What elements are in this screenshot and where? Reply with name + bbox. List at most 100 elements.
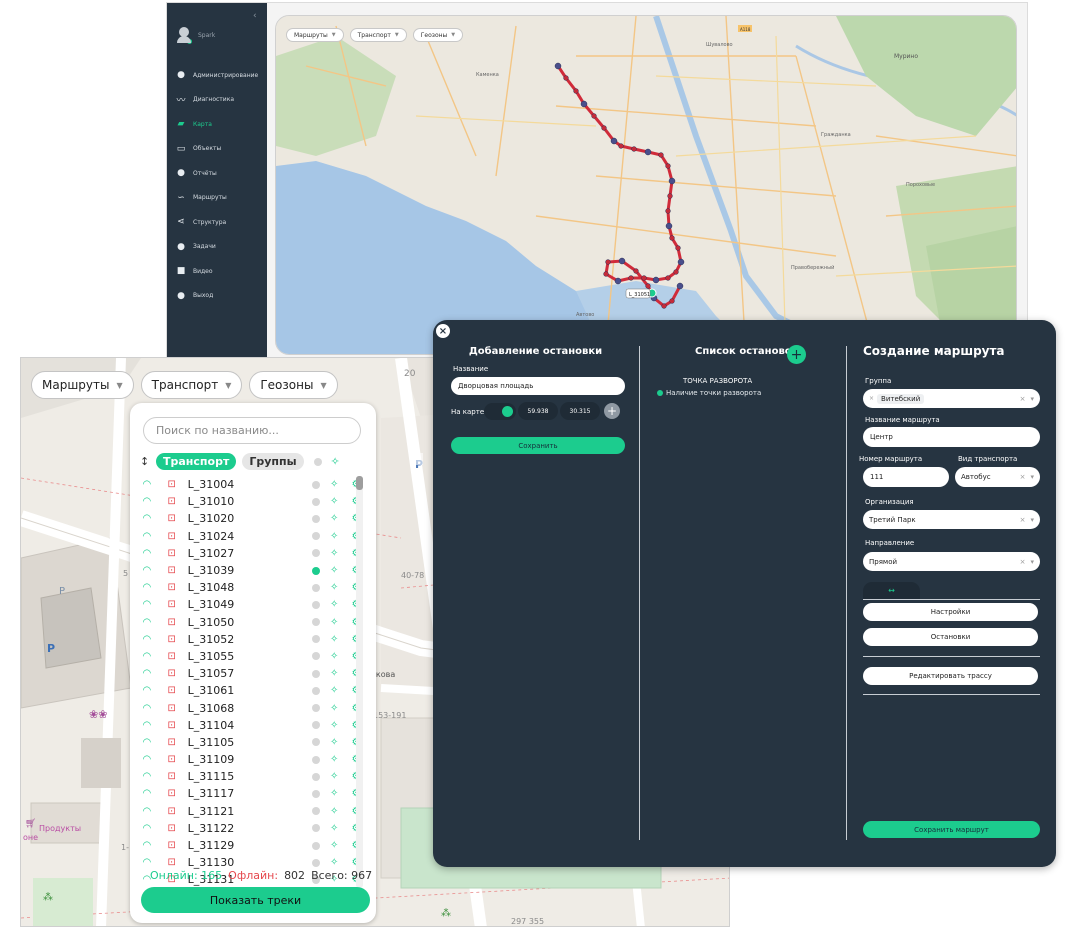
route-stop-marker[interactable] [652,276,660,284]
on-map-toggle[interactable] [484,403,516,420]
chevron-down-icon[interactable]: ▾ [1030,473,1034,481]
direction-select[interactable]: Прямой × ▾ [863,552,1040,571]
locate-icon[interactable]: ✧ [328,720,340,731]
search-input[interactable] [143,417,361,444]
locate-icon[interactable]: ✧ [328,479,340,490]
vehicle-row[interactable]: ◠⊡L_31122✧⚙ [140,820,362,837]
vehicle-marker-label[interactable]: L_31051 [629,292,650,298]
vehicle-row[interactable]: ◠⊡L_31048✧⚙ [140,579,362,596]
locate-icon[interactable]: ✧ [328,788,340,799]
route-stop-marker[interactable] [665,208,671,214]
vehicle-row[interactable]: ◠⊡L_31105✧⚙ [140,734,362,751]
locate-icon[interactable]: ✧ [328,840,340,851]
route-stop-marker[interactable] [676,282,684,290]
chevron-down-icon[interactable]: ▾ [1030,516,1034,524]
select-dot[interactable] [312,652,321,661]
route-stop-marker[interactable] [675,245,681,251]
sidebar-item-report[interactable]: ● Отчёты [175,161,267,186]
locate-icon[interactable]: ✧ [328,531,340,542]
chevron-down-icon[interactable]: ▾ [1030,395,1034,403]
vehicle-row[interactable]: ◠⊡L_31104✧⚙ [140,717,362,734]
vehicle-row[interactable]: ◠⊡L_31117✧⚙ [140,785,362,802]
filter-dropdown-2[interactable]: Геозоны ▼ [412,28,464,42]
route-stop-marker[interactable] [605,259,611,265]
locate-icon[interactable]: ✧ [328,771,340,782]
locate-icon[interactable]: ✧ [328,685,340,696]
vehicle-row[interactable]: ◠⊡L_31039✧⚙ [140,562,362,579]
clear-icon[interactable]: × [1020,395,1026,403]
turn-point-item[interactable]: Наличие точки разворота [657,389,761,397]
edit-track-button[interactable]: Редактировать трассу [863,667,1038,685]
sort-icon[interactable]: ↕ [140,455,150,468]
tab-transport[interactable]: Транспорт [156,453,237,470]
settings-button[interactable]: Настройки [863,603,1038,621]
filter-dropdown-0[interactable]: Маршруты ▼ [31,371,134,399]
select-dot[interactable] [312,583,321,592]
sidebar-item-user[interactable]: ● Администрирование [175,63,267,88]
clear-icon[interactable]: × [1020,558,1026,566]
sidebar-collapse-icon[interactable]: ‹ [253,11,257,21]
select-dot[interactable] [312,669,321,678]
city-map[interactable]: Маршруты ▼ Транспорт ▼ Геозоны ▼ Мурино Шувал… [275,15,1017,355]
locate-icon[interactable]: ✧ [328,496,340,507]
locate-icon[interactable]: ✧ [328,617,340,628]
save-route-button[interactable]: Сохранить маршрут [863,821,1040,838]
route-stop-marker[interactable] [601,125,607,131]
route-stop-marker[interactable] [603,271,609,277]
filter-dropdown-1[interactable]: Транспорт ▼ [140,371,243,399]
vehicle-row[interactable]: ◠⊡L_31115✧⚙ [140,768,362,785]
route-stop-marker[interactable] [591,113,597,119]
latitude-input[interactable]: 59.938 [518,402,558,420]
route-direction-tab[interactable]: ↔ [863,582,920,599]
vehicle-row[interactable]: ◠⊡L_31061✧⚙ [140,682,362,699]
select-dot[interactable] [312,600,321,609]
route-stop-marker[interactable] [665,275,671,281]
vehicle-row[interactable]: ◠⊡L_31020✧⚙ [140,510,362,527]
vehicle-row[interactable]: ◠⊡L_31109✧⚙ [140,751,362,768]
select-dot[interactable] [312,772,321,781]
select-dot[interactable] [312,686,321,695]
locate-all-icon[interactable]: ✧ [331,455,340,468]
locate-icon[interactable]: ✧ [328,513,340,524]
vehicle-row[interactable]: ◠⊡L_31121✧⚙ [140,803,362,820]
sidebar-item-structure[interactable]: ⋖ Структура [175,210,267,235]
locate-icon[interactable]: ✧ [328,806,340,817]
route-stop-marker[interactable] [554,62,562,70]
locate-icon[interactable]: ✧ [328,565,340,576]
select-dot[interactable] [312,738,321,747]
route-stop-marker[interactable] [667,193,673,199]
select-dot[interactable] [312,789,321,798]
city-map-canvas[interactable]: Мурино Шувалово Каменка Гражданка Правоб… [276,16,1017,355]
add-stop-button[interactable]: + [787,345,806,364]
select-dot[interactable] [312,532,321,541]
save-stop-button[interactable]: Сохранить [451,437,625,454]
route-stop-marker[interactable] [669,235,675,241]
route-stop-marker[interactable] [633,268,639,274]
route-stop-marker[interactable] [673,269,679,275]
route-stop-marker[interactable] [641,275,647,281]
locate-icon[interactable]: ✧ [328,703,340,714]
sidebar-item-video[interactable]: ■ Видео [175,259,267,284]
locate-icon[interactable]: ✧ [328,651,340,662]
vehicle-row[interactable]: ◠⊡L_31055✧⚙ [140,648,362,665]
route-stop-marker[interactable] [644,148,652,156]
group-select[interactable]: × Витебский × ▾ [863,389,1040,408]
route-stop-marker[interactable] [610,137,618,145]
locate-icon[interactable]: ✧ [328,754,340,765]
chevron-down-icon[interactable]: ▾ [1030,558,1034,566]
longitude-input[interactable]: 30.315 [560,402,600,420]
route-stop-marker[interactable] [614,277,622,285]
route-stop-marker[interactable] [628,275,634,281]
transport-type-select[interactable]: Автобус × ▾ [955,467,1040,487]
filter-dropdown-1[interactable]: Транспорт ▼ [349,28,407,42]
close-icon[interactable]: × [436,324,450,338]
select-dot[interactable] [312,635,321,644]
route-stop-marker[interactable] [661,303,667,309]
select-dot[interactable] [312,824,321,833]
filter-dropdown-2[interactable]: Геозоны ▼ [249,371,338,399]
vehicle-row[interactable]: ◠⊡L_31027✧⚙ [140,545,362,562]
vehicle-row[interactable]: ◠⊡L_31068✧⚙ [140,699,362,716]
vehicle-row[interactable]: ◠⊡L_31050✧⚙ [140,614,362,631]
route-stop-marker[interactable] [665,163,671,169]
select-dot[interactable] [312,755,321,764]
